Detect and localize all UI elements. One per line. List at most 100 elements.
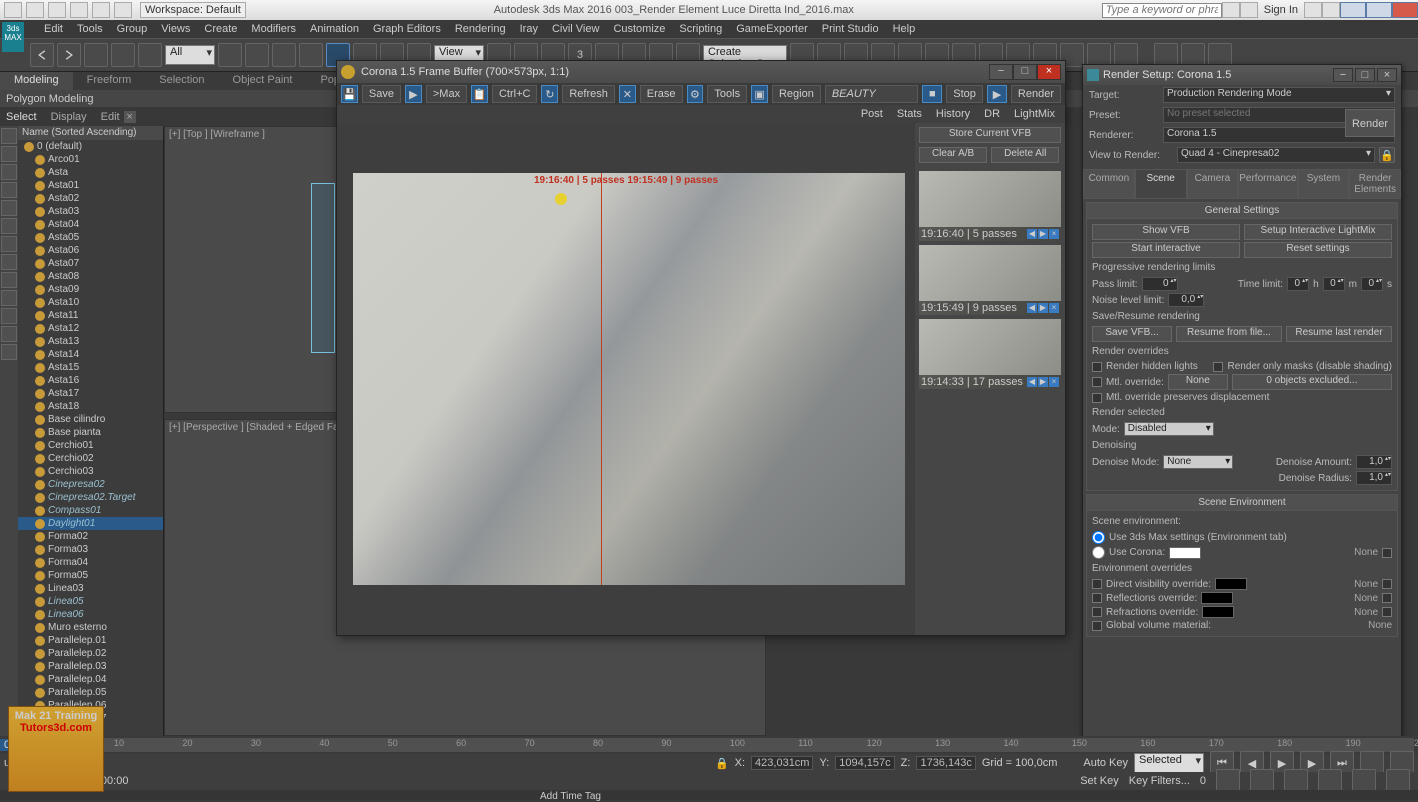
tree-item[interactable]: Asta18 [18,400,163,413]
refractions-map-checkbox[interactable] [1382,607,1392,617]
workspace-dropdown[interactable]: Workspace: Default [140,2,246,18]
tree-item[interactable]: Cinepresa02.Target [18,491,163,504]
mtl-override-slot[interactable]: None [1168,374,1228,390]
vfb-region-icon[interactable]: ▣ [751,85,768,103]
tree-item[interactable]: Parallelep.01 [18,634,163,647]
lt-icon-10[interactable] [1,290,17,306]
tree-item[interactable]: Forma03 [18,543,163,556]
start-interactive-button[interactable]: Start interactive [1092,242,1240,258]
resume-last-button[interactable]: Resume last render [1286,326,1392,342]
denoise-amount-spinner[interactable]: 1,0 [1356,455,1392,469]
menu-edit[interactable]: Edit [44,23,63,35]
visibility-icon[interactable] [35,584,45,594]
visibility-icon[interactable] [35,675,45,685]
direct-vis-checkbox[interactable] [1092,579,1102,589]
visibility-icon[interactable] [35,597,45,607]
visibility-icon[interactable] [35,571,45,581]
tab-close-icon[interactable]: × [124,111,136,123]
showvfb-button[interactable]: Show VFB [1092,224,1240,240]
tree-item[interactable]: Asta06 [18,244,163,257]
lt-icon-7[interactable] [1,236,17,252]
close-button[interactable] [1392,2,1418,18]
visibility-icon[interactable] [35,441,45,451]
tab-display[interactable]: Display [51,111,87,123]
current-frame-field[interactable]: 0 [1200,775,1206,787]
tree-item[interactable]: Asta17 [18,387,163,400]
undo-icon[interactable] [30,43,54,67]
visibility-icon[interactable] [35,155,45,165]
signin-link[interactable]: Sign In [1258,4,1304,16]
visibility-icon[interactable] [35,428,45,438]
qa-undo-icon[interactable] [70,2,88,18]
lt-icon-6[interactable] [1,218,17,234]
thumb-b-icon[interactable]: ▶ [1038,377,1048,387]
tree-item[interactable]: Base cilindro [18,413,163,426]
vfb-close-button[interactable]: × [1037,64,1061,80]
explorer-header[interactable]: Name (Sorted Ascending) [18,126,163,140]
pass-limit-spinner[interactable]: 0 [1142,277,1178,291]
reflections-checkbox[interactable] [1092,593,1102,603]
denoise-mode-dropdown[interactable]: None [1163,455,1233,469]
tree-item[interactable]: Parallelep.04 [18,673,163,686]
visibility-icon[interactable] [35,467,45,477]
vfb-maximize-button[interactable]: □ [1013,64,1037,80]
tree-item[interactable]: Asta09 [18,283,163,296]
viewport-top-label[interactable]: [+] [Top ] [Wireframe ] [169,129,265,140]
timeline[interactable]: 0 / 242 01020304050607080901001101201301… [0,736,1418,754]
menu-customize[interactable]: Customize [613,23,665,35]
thumb-b-icon[interactable]: ▶ [1038,229,1048,239]
ribbon-tab-modeling[interactable]: Modeling [0,72,73,90]
lt-icon-13[interactable] [1,344,17,360]
vfb-tab-history[interactable]: History [930,107,976,121]
tree-item[interactable]: Asta14 [18,348,163,361]
tree-item[interactable]: Asta08 [18,270,163,283]
visibility-icon[interactable] [35,324,45,334]
visibility-icon[interactable] [35,454,45,464]
corona-env-map-checkbox[interactable] [1382,548,1392,558]
lt-icon-5[interactable] [1,200,17,216]
unlink-icon[interactable] [111,43,135,67]
thumb-delete-icon[interactable]: × [1049,377,1059,387]
use-corona-radio[interactable] [1092,546,1105,559]
window-crossing-icon[interactable] [299,43,323,67]
tree-item[interactable]: Arco01 [18,153,163,166]
use-max-radio[interactable] [1092,531,1105,544]
visibility-icon[interactable] [35,389,45,399]
reset-settings-button[interactable]: Reset settings [1244,242,1392,258]
tree-item[interactable]: Base pianta [18,426,163,439]
menu-views[interactable]: Views [161,23,190,35]
visibility-icon[interactable] [35,194,45,204]
tree-item[interactable]: Asta03 [18,205,163,218]
history-thumbnail[interactable]: 19:14:33 | 17 passes◀▶× [919,319,1061,389]
ribbon-tab-objectpaint[interactable]: Object Paint [219,72,307,90]
minimize-button[interactable] [1340,2,1366,18]
savevfb-button[interactable]: Save VFB... [1092,326,1172,342]
qa-save-icon[interactable] [48,2,66,18]
menu-rendering[interactable]: Rendering [455,23,506,35]
lt-icon-12[interactable] [1,326,17,342]
vfb-render-button[interactable]: Render [1011,85,1061,103]
select-object-icon[interactable] [218,43,242,67]
star-icon[interactable] [1240,2,1258,18]
timeline-track[interactable]: 0102030405060708090100110120130140150160… [46,738,1414,752]
thumb-delete-icon[interactable]: × [1049,229,1059,239]
tree-item[interactable]: Asta02 [18,192,163,205]
thumb-a-icon[interactable]: ◀ [1027,229,1037,239]
lt-icon-4[interactable] [1,182,17,198]
autokey-button[interactable]: Auto Key [1083,757,1128,769]
direct-vis-swatch[interactable] [1215,578,1247,590]
x-field[interactable]: 423,031cm [751,756,813,770]
tree-item[interactable]: Cerchio02 [18,452,163,465]
vfb-ctrlc-button[interactable]: Ctrl+C [492,85,537,103]
tree-item[interactable]: Asta01 [18,179,163,192]
vfb-deleteall-button[interactable]: Delete All [991,147,1059,163]
vfb-refresh-icon[interactable]: ↻ [541,85,558,103]
vfb-render-view[interactable]: 19:16:40 | 5 passes 19:15:49 | 9 passes [337,123,915,635]
mtl-exclude-button[interactable]: 0 objects excluded... [1232,374,1392,390]
visibility-icon[interactable] [35,532,45,542]
menu-civilview[interactable]: Civil View [552,23,599,35]
thumb-a-icon[interactable]: ◀ [1027,377,1037,387]
qa-plus-icon[interactable] [114,2,132,18]
tree-item[interactable]: Asta04 [18,218,163,231]
menu-help[interactable]: Help [893,23,916,35]
